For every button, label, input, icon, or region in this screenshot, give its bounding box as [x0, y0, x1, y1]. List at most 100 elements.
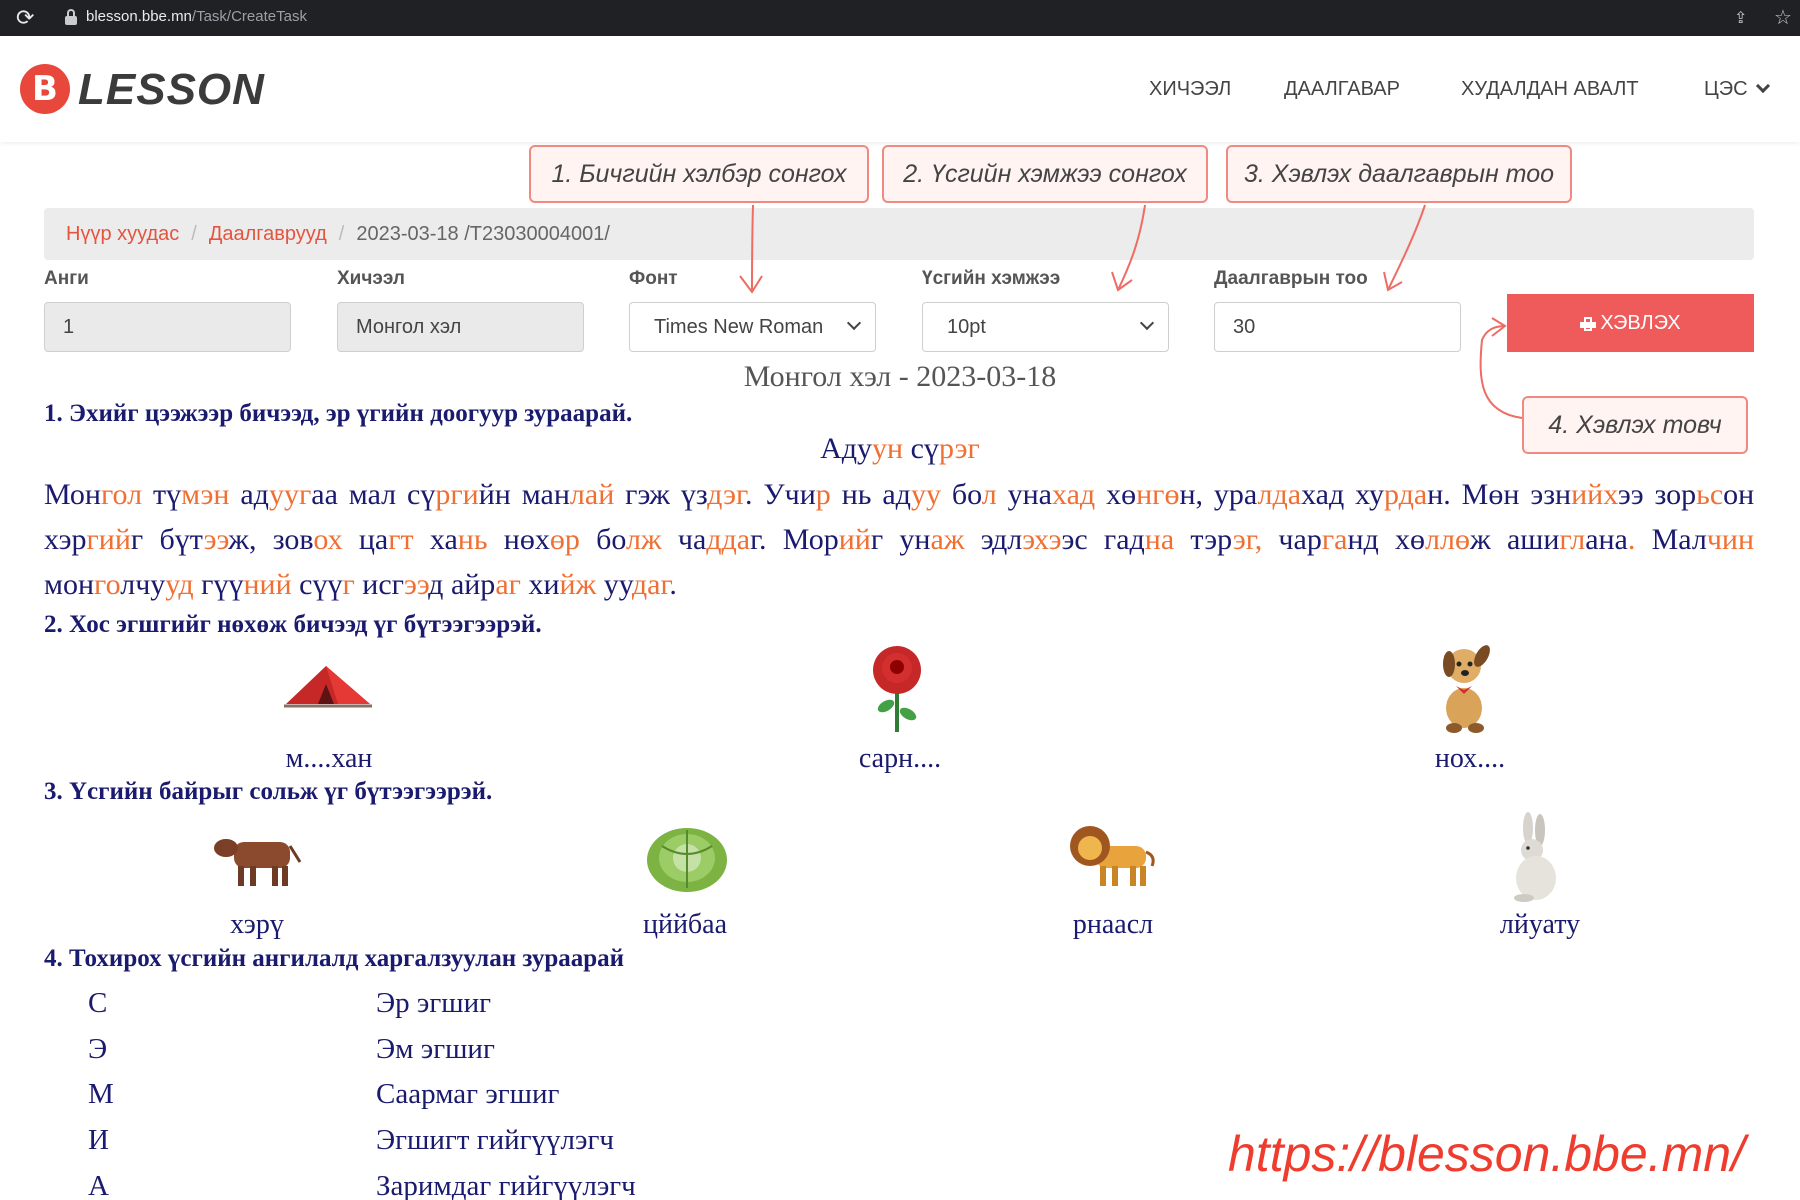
url-path: /Task/CreateTask: [191, 8, 307, 25]
story-syllable: рда: [1384, 478, 1428, 511]
tent-icon: [284, 666, 372, 708]
lion-icon: [1070, 826, 1155, 886]
callout-font-size: 2. Үсгийн хэмжээ сонгох: [882, 145, 1208, 203]
story-syllable: тү: [153, 478, 182, 511]
section-2-heading: 2. Хос эгшгийг нөхөж бичээд үг бүтээгээр…: [44, 611, 542, 638]
story-syllable: га: [1321, 523, 1348, 556]
match-category: Заримдаг гийгүүлэгч: [376, 1170, 636, 1200]
task-count-input[interactable]: 30: [1214, 302, 1461, 352]
logo-text[interactable]: LESSON: [78, 64, 265, 116]
story-syllable: лчу: [120, 568, 166, 601]
callout-task-count: 3. Хэвлэх даалгаврын тоо: [1226, 145, 1572, 203]
nav-item-purchase[interactable]: ХУДАЛДАН АВАЛТ: [1461, 76, 1639, 102]
story-syllable: зор: [1654, 478, 1697, 511]
share-icon[interactable]: ⇪: [1734, 8, 1747, 28]
match-letter: А: [88, 1170, 109, 1200]
story-syllable: Мор: [782, 523, 839, 556]
font-size-select[interactable]: 10pt: [922, 302, 1169, 352]
story-syllable: аж: [930, 523, 965, 556]
story-syllable: гт: [388, 523, 414, 556]
breadcrumb-separator: /: [338, 223, 345, 245]
arrow-head: [739, 275, 763, 294]
cow-icon: [214, 839, 302, 886]
story-syllable: он: [1723, 478, 1755, 511]
chevron-down-icon: [1755, 78, 1770, 94]
story-syllable: эзн: [1530, 478, 1572, 511]
nav-item-lessons[interactable]: ХИЧЭЭЛ: [1149, 76, 1231, 102]
story-syllable: лай: [569, 478, 615, 511]
story-syllable: нь: [457, 523, 488, 556]
story-syllable: хи: [528, 568, 560, 601]
breadcrumb-tasks[interactable]: Даалгаврууд: [209, 223, 327, 245]
story-syllable: үз: [680, 478, 708, 511]
story-syllable: г: [342, 568, 355, 601]
story-syllable: ж: [1469, 523, 1491, 556]
nav-item-tasks[interactable]: ДААЛГАВАР: [1284, 76, 1400, 102]
story-syllable: нь: [841, 478, 872, 511]
address-bar[interactable]: blesson.bbe.mn/Task/CreateTask: [86, 8, 307, 26]
subject-label: Хичээл: [337, 268, 405, 289]
browser-toolbar: ⟳ blesson.bbe.mn/Task/CreateTask ⇪ ☆: [0, 0, 1800, 36]
word-item: сарн....: [858, 743, 942, 774]
match-letter: С: [88, 987, 108, 1019]
chevron-down-icon: [1139, 315, 1155, 331]
section-3-heading: 3. Үсгийн байрыг сольж үг бүтээгээрэй.: [44, 778, 493, 805]
story-syllable: н,: [1179, 478, 1203, 511]
breadcrumb-home[interactable]: Нүүр хуудас: [66, 223, 179, 245]
logo-mark[interactable]: B: [20, 64, 70, 114]
star-icon[interactable]: ☆: [1774, 5, 1792, 30]
story-syllable: бо: [951, 478, 982, 511]
story-syllable: ца: [358, 523, 389, 556]
story-syllable: ж,: [228, 523, 257, 556]
grade-field[interactable]: 1: [44, 302, 291, 352]
story-syllable: ун: [899, 523, 931, 556]
story-syllable: ху: [1355, 478, 1385, 511]
story-syllable: сү: [910, 432, 939, 465]
story-syllable: сү: [407, 478, 436, 511]
story-syllable: хад: [1301, 478, 1345, 511]
story-syllable: нд: [1347, 523, 1379, 556]
story-syllable: ура: [1213, 478, 1258, 511]
match-letter: М: [88, 1078, 114, 1110]
story-syllable: ий: [838, 523, 871, 556]
story-syllable: эхэ: [1022, 523, 1062, 556]
story-syllable: гл: [1559, 523, 1586, 556]
story-syllable: н.: [1427, 478, 1451, 511]
story-syllable: .: [744, 478, 753, 511]
story-syllable: г.: [750, 523, 767, 556]
reload-icon[interactable]: ⟳: [16, 4, 34, 32]
story-syllable: мал: [348, 478, 397, 511]
print-button-label: ХЭВЛЭХ: [1600, 312, 1681, 334]
task-count-label: Даалгаврын тоо: [1214, 268, 1368, 289]
story-syllable: ээ: [203, 523, 229, 556]
story-syllable: хө: [1106, 478, 1137, 511]
story-syllable: го: [94, 568, 121, 601]
story-syllable: ад: [882, 478, 911, 511]
story-syllable: ний: [243, 568, 292, 601]
story-syllable: г: [870, 523, 884, 556]
story-syllable: ман: [521, 478, 570, 511]
story-syllable: гий: [86, 523, 131, 556]
story-syllable: лж: [625, 523, 662, 556]
story-syllable: хө: [1395, 523, 1426, 556]
match-category: Эр эгшиг: [376, 987, 491, 1019]
nav-item-menu[interactable]: ЦЭС: [1704, 76, 1770, 102]
word-item: хэрү: [230, 909, 284, 940]
rose-icon: [873, 646, 921, 732]
nav-menu-label: ЦЭС: [1704, 78, 1748, 100]
story-syllable: .: [669, 568, 677, 601]
breadcrumb: Нүүр хуудас / Даалгаврууд / 2023-03-18 /T230…: [44, 208, 1754, 260]
story-syllable: Учи: [763, 478, 816, 511]
story-syllable: дда: [706, 523, 751, 556]
story-syllable: р: [815, 478, 831, 511]
lock-icon[interactable]: [64, 9, 78, 25]
story-syllable: ха: [429, 523, 458, 556]
story-syllable: уу: [603, 568, 632, 601]
subject-field[interactable]: Монгол хэл: [337, 302, 584, 352]
font-select[interactable]: Times New Roman: [629, 302, 876, 352]
print-button[interactable]: ХЭВЛЭХ: [1507, 294, 1754, 352]
section-1-heading: 1. Эхийг цээжээр бичээд, эр үгийн доогуу…: [44, 400, 633, 427]
story-syllable: йж: [559, 568, 597, 601]
match-letter: И: [88, 1124, 109, 1156]
story-syllable: .: [1627, 523, 1636, 556]
